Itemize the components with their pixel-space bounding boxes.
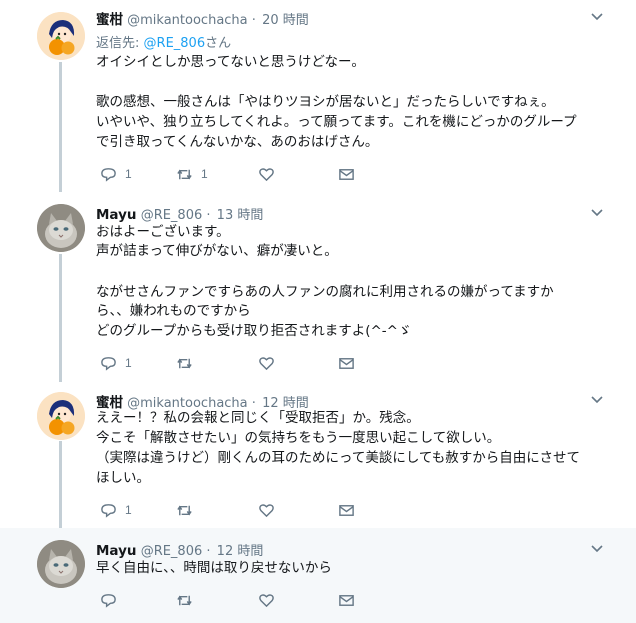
tweet-text-line: ながせさんファンですらあの人ファンの腐れに利用されるの嫌がってますか xyxy=(96,284,554,300)
display-name[interactable]: Mayu xyxy=(96,207,137,223)
user-handle[interactable]: @RE_806 xyxy=(141,544,203,559)
heart-icon xyxy=(259,593,274,607)
tweet-header: Mayu @RE_806 · 12 時間 xyxy=(96,540,264,559)
conversation-thread: 蜜柑 @mikantoochacha · 20 時間 返信先: @RE_806さ… xyxy=(0,0,636,623)
heart-icon xyxy=(259,167,274,181)
tweet-header: 蜜柑 @mikantoochacha · 20 時間 xyxy=(96,8,309,28)
envelope-icon xyxy=(339,357,354,369)
avatar[interactable] xyxy=(37,540,85,588)
like-button[interactable] xyxy=(258,591,275,609)
tweet-text-line: どのグループからも受け取り拒否されますよ(^-^ゞ xyxy=(96,323,412,339)
tweet-text-line: オイシイとしか思ってないと思うけどなー。 xyxy=(96,54,365,70)
reply-icon xyxy=(101,167,116,182)
retweet-icon xyxy=(177,594,192,606)
reply-icon xyxy=(101,593,116,608)
display-name[interactable]: Mayu xyxy=(96,543,137,559)
envelope-icon xyxy=(339,168,354,180)
tweet-text-line: いやいや、独り立ちしてくれよ。って願ってます。これを機にどっかのグループ xyxy=(96,114,577,130)
tweet-header: Mayu @RE_806 · 13 時間 xyxy=(96,204,264,223)
retweet-icon xyxy=(177,168,192,180)
avatar[interactable] xyxy=(37,12,85,60)
tweet-text-line: 早く自由に、、時間は取り戻せないから xyxy=(96,560,332,576)
retweet-button[interactable]: 1 xyxy=(176,165,208,183)
display-name[interactable]: 蜜柑 xyxy=(96,12,123,28)
heart-icon xyxy=(259,356,274,370)
chevron-down-icon[interactable] xyxy=(590,206,604,220)
tweet-text-line: で引き取ってくんないかな、あのおはげさん。 xyxy=(96,134,379,150)
tweet[interactable]: 蜜柑 @mikantoochacha · 12 時間 ええー！？私の会報と同じく… xyxy=(0,382,636,528)
retweet-button[interactable] xyxy=(176,591,193,609)
tweet-text-line: 声が詰まって伸びがない、癖が凄いと。 xyxy=(96,243,338,259)
direct-message-button[interactable] xyxy=(338,165,355,183)
reply-to-handle[interactable]: @RE_806 xyxy=(144,36,206,51)
timestamp[interactable]: 20 時間 xyxy=(262,13,309,28)
tweet-text-line: 歌の感想、一般さんは「やはりツヨシが居ないと」だったらしいですねぇ。 xyxy=(96,94,555,110)
envelope-icon xyxy=(339,594,354,606)
tweet-focused[interactable]: Mayu @RE_806 · 12 時間 早く自由に、、時間は取り戻せないから xyxy=(0,528,636,623)
tweet-text-line: おはよーございます。 xyxy=(96,224,230,240)
reply-to-line: 返信先: @RE_806さん xyxy=(96,32,231,51)
like-button[interactable] xyxy=(258,501,275,519)
chevron-down-icon[interactable] xyxy=(590,10,604,24)
reply-count: 1 xyxy=(125,356,132,370)
reply-icon xyxy=(101,356,116,371)
separator-dot: · xyxy=(206,544,211,559)
tweet-header: 蜜柑 @mikantoochacha · 12 時間 xyxy=(96,391,309,411)
tweet-text-line: ええー！？私の会報と同じく「受取拒否」か。残念。 xyxy=(96,410,420,426)
tweet-text-line: ら、、嫌われものですから xyxy=(96,303,251,319)
reply-count: 1 xyxy=(125,503,132,517)
separator-dot: · xyxy=(206,208,211,223)
reply-button[interactable]: 1 xyxy=(100,501,132,519)
avatar[interactable] xyxy=(37,204,85,252)
direct-message-button[interactable] xyxy=(338,591,355,609)
retweet-button[interactable] xyxy=(176,501,193,519)
like-button[interactable] xyxy=(258,354,275,372)
tweet-text-line: （実際は違うけど）剛くんの耳のためにって美談にしても赦すから自由にさせて xyxy=(96,450,580,466)
tweet[interactable]: Mayu @RE_806 · 13 時間 おはよーございます。 声が詰まって伸び… xyxy=(0,192,636,382)
direct-message-button[interactable] xyxy=(338,501,355,519)
tweet-text-line: ほしい。 xyxy=(96,470,150,486)
chevron-down-icon[interactable] xyxy=(590,393,604,407)
user-handle[interactable]: @RE_806 xyxy=(141,208,203,223)
retweet-count: 1 xyxy=(201,167,208,181)
user-handle[interactable]: @mikantoochacha xyxy=(127,13,248,28)
retweet-button[interactable] xyxy=(176,354,193,372)
reply-to-label: 返信先: xyxy=(96,36,140,51)
timestamp[interactable]: 13 時間 xyxy=(217,208,264,223)
chevron-down-icon[interactable] xyxy=(590,542,604,556)
direct-message-button[interactable] xyxy=(338,354,355,372)
separator-dot: · xyxy=(251,13,256,28)
reply-icon xyxy=(101,503,116,518)
avatar[interactable] xyxy=(37,392,85,440)
reply-to-suffix: さん xyxy=(205,36,232,51)
retweet-icon xyxy=(177,357,192,369)
retweet-icon xyxy=(177,504,192,516)
like-button[interactable] xyxy=(258,165,275,183)
tweet-text-line: 今こそ「解散させたい」の気持ちをもう一度思い起こして欲しい。 xyxy=(96,430,501,446)
timestamp[interactable]: 12 時間 xyxy=(217,544,264,559)
envelope-icon xyxy=(339,504,354,516)
heart-icon xyxy=(259,503,274,517)
reply-button[interactable] xyxy=(100,591,117,609)
reply-button[interactable]: 1 xyxy=(100,165,132,183)
tweet[interactable]: 蜜柑 @mikantoochacha · 20 時間 返信先: @RE_806さ… xyxy=(0,0,636,192)
reply-count: 1 xyxy=(125,167,132,181)
reply-button[interactable]: 1 xyxy=(100,354,132,372)
